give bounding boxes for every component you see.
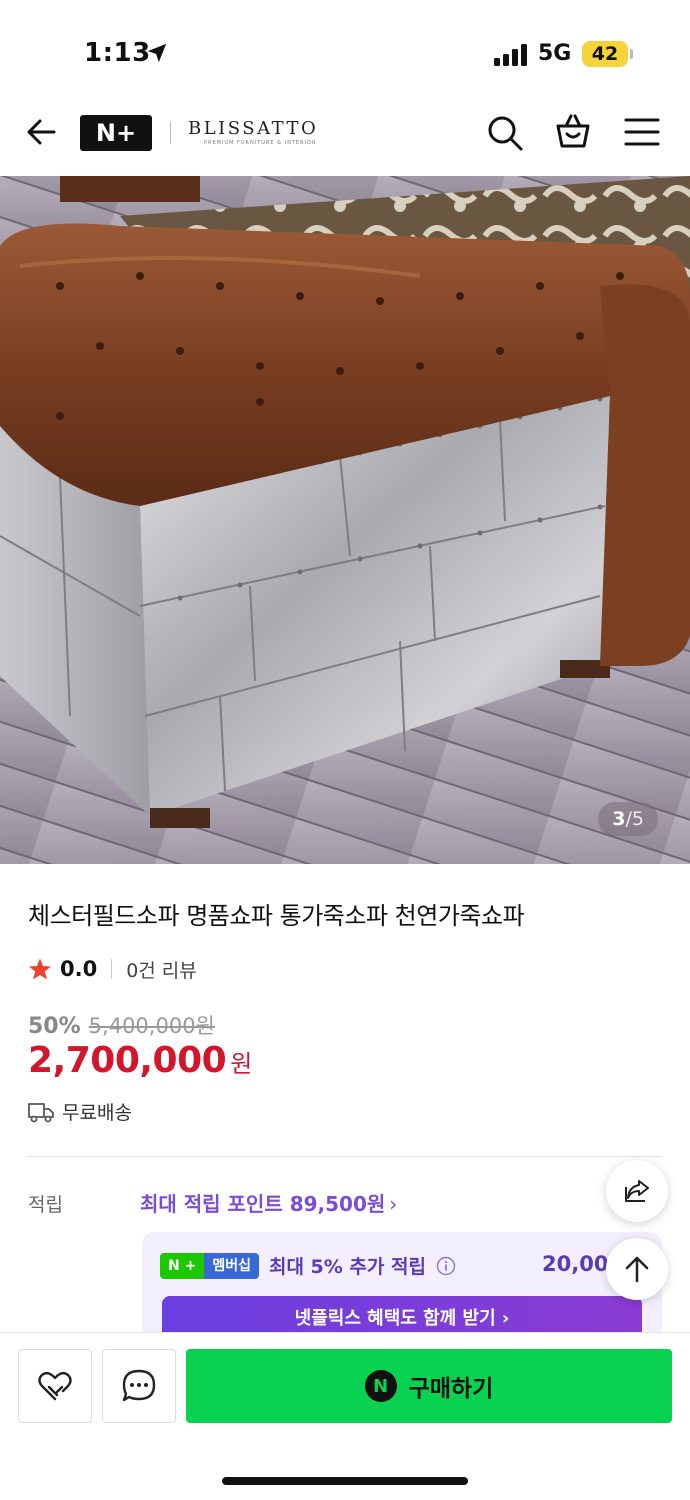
image-counter-separator: / bbox=[625, 808, 632, 830]
image-counter-current: 3 bbox=[612, 808, 626, 830]
membership-row: N + 멤버십 최대 5% 추가 적립 bbox=[160, 1252, 456, 1279]
home-indicator[interactable] bbox=[222, 1477, 468, 1485]
chevron-right-icon: › bbox=[389, 1192, 398, 1216]
rating-row[interactable]: 0.0 0건 리뷰 bbox=[28, 954, 197, 984]
product-image[interactable]: 3/5 bbox=[0, 176, 690, 864]
max-points-link[interactable]: 최대 적립 포인트 89,500원 › bbox=[140, 1188, 397, 1217]
buy-button[interactable]: N 구매하기 bbox=[186, 1349, 672, 1423]
shopping-bag-icon[interactable] bbox=[554, 112, 592, 150]
talk-button[interactable] bbox=[102, 1349, 176, 1423]
location-arrow-icon bbox=[147, 43, 167, 63]
image-counter-total: 5 bbox=[631, 808, 644, 830]
search-icon[interactable] bbox=[486, 114, 524, 152]
rating-divider bbox=[111, 959, 113, 979]
points-label: 적립 bbox=[28, 1194, 63, 1216]
sofa-photo bbox=[0, 176, 690, 864]
discount-rate: 50% bbox=[28, 1014, 81, 1039]
battery-tip bbox=[630, 49, 633, 59]
truck-icon bbox=[28, 1102, 54, 1122]
membership-text: 최대 5% 추가 적립 bbox=[268, 1256, 426, 1278]
bottom-action-bar: N 구매하기 bbox=[0, 1332, 690, 1500]
image-counter: 3/5 bbox=[598, 802, 658, 836]
shipping-row: 무료배송 bbox=[28, 1098, 132, 1125]
scroll-top-button[interactable] bbox=[606, 1238, 668, 1300]
max-points-text: 최대 적립 포인트 89,500원 bbox=[140, 1192, 386, 1216]
star-icon bbox=[29, 958, 51, 980]
network-type: 5G bbox=[538, 41, 572, 66]
badge-right: 멤버십 bbox=[204, 1252, 259, 1279]
status-time: 1:13 bbox=[84, 38, 151, 68]
naver-plus-logo-text: N+ bbox=[95, 119, 137, 147]
nav-bar: N+ BLISSATTO PREMIUM FURNITURE & INTERIO… bbox=[0, 100, 690, 176]
badge-left: N + bbox=[160, 1252, 205, 1279]
naver-plus-logo[interactable]: N+ bbox=[80, 115, 152, 151]
arrow-up-icon bbox=[625, 1256, 649, 1283]
product-title: 체스터필드소파 명품쇼파 통가죽소파 천연가죽쇼파 bbox=[28, 902, 525, 930]
brand-logo[interactable]: BLISSATTO bbox=[188, 118, 318, 139]
chat-bubble-icon bbox=[122, 1369, 156, 1402]
naver-plus-membership-badge: N + 멤버십 bbox=[160, 1252, 259, 1279]
price-row: 2,700,000 원 bbox=[28, 1040, 252, 1081]
logo-divider bbox=[170, 122, 171, 144]
info-icon[interactable] bbox=[436, 1256, 456, 1276]
original-price: 5,400,000원 bbox=[88, 1014, 215, 1038]
wishlist-button[interactable] bbox=[18, 1349, 92, 1423]
share-button[interactable] bbox=[606, 1160, 668, 1222]
back-arrow-icon[interactable] bbox=[24, 114, 60, 150]
badge-plus: + bbox=[184, 1257, 197, 1274]
share-icon bbox=[625, 1180, 649, 1202]
price-unit: 원 bbox=[230, 1050, 253, 1078]
membership-box: N + 멤버십 최대 5% 추가 적립 20,00 넷플릭스 혜택도 함께 받기… bbox=[142, 1232, 662, 1342]
rating-value: 0.0 bbox=[60, 957, 98, 981]
discount-row: 50% 5,400,000원 bbox=[28, 1010, 215, 1040]
status-bar: 1:13 5G 42 bbox=[0, 0, 690, 100]
signal-icon bbox=[494, 44, 527, 66]
menu-icon[interactable] bbox=[624, 116, 660, 148]
buy-button-label: 구매하기 bbox=[408, 1376, 494, 1402]
section-divider bbox=[28, 1156, 662, 1157]
membership-amount: 20,00 bbox=[542, 1252, 609, 1276]
naver-n-icon: N bbox=[364, 1370, 397, 1402]
battery-icon: 42 bbox=[582, 41, 628, 67]
heart-plus-icon bbox=[38, 1371, 72, 1401]
brand-tagline: PREMIUM FURNITURE & INTERIOR bbox=[204, 140, 317, 146]
review-count[interactable]: 0건 리뷰 bbox=[126, 956, 197, 983]
shipping-text: 무료배송 bbox=[62, 1102, 132, 1124]
badge-n: N bbox=[168, 1257, 180, 1274]
sale-price: 2,700,000 bbox=[28, 1040, 227, 1081]
